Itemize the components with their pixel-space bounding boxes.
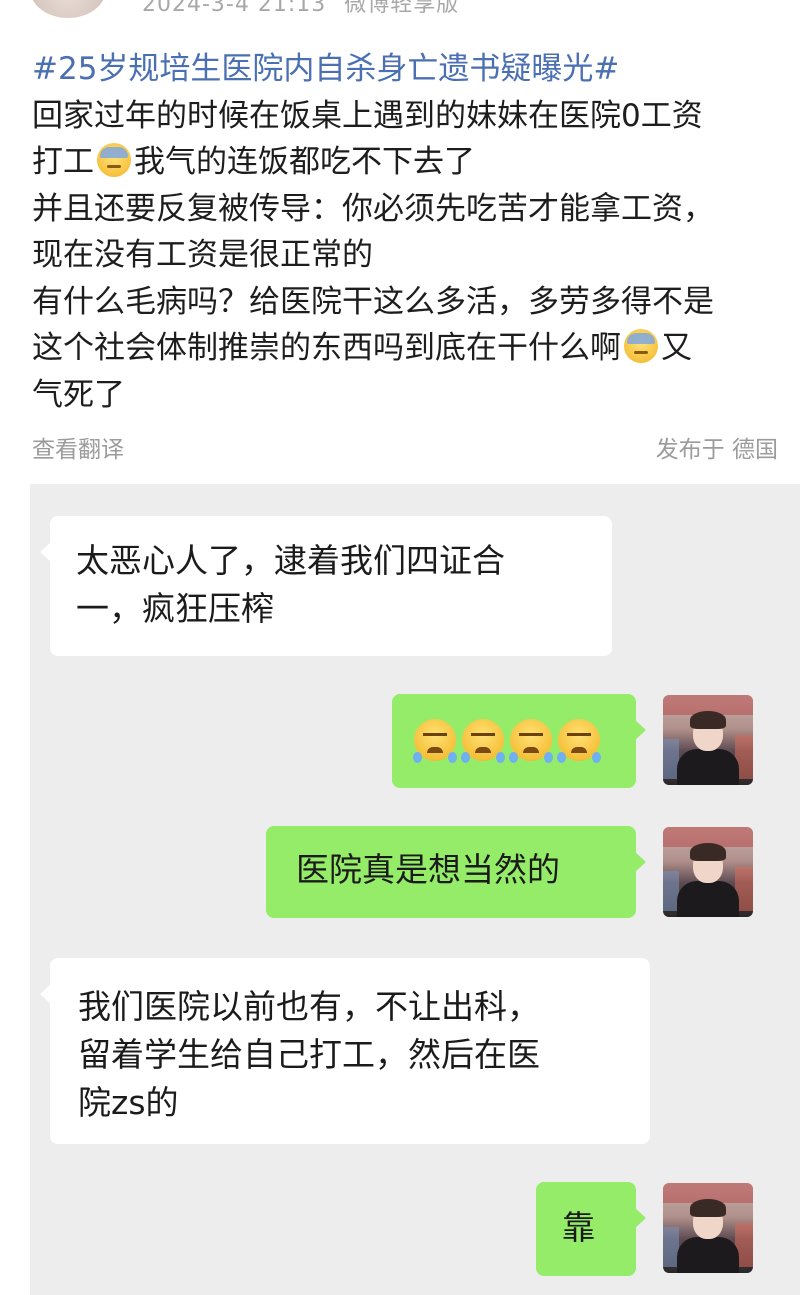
post-line: 气死了 — [32, 376, 125, 413]
message-line: 院zs的 — [78, 1083, 179, 1122]
message-line: 靠 — [562, 1208, 595, 1247]
angry-crying-icon — [413, 719, 457, 763]
angry-crying-icon — [557, 719, 601, 763]
message-line: 太恶心人了，逮着我们四证合 — [76, 541, 505, 580]
post-text: 我气的连饭都吃不下去了 — [134, 144, 475, 180]
topic-hashtag[interactable]: #25岁规培生医院内自杀身亡遗书疑曝光# — [32, 51, 619, 87]
post-meta: 2024-3-4 21:13 微博轻享版 — [142, 0, 477, 18]
angry-crying-icon — [509, 719, 553, 763]
post-source[interactable]: 微博轻享版 — [344, 0, 459, 17]
angry-crying-icon — [461, 719, 505, 763]
post-text: 又 — [661, 330, 692, 366]
post-footer: 查看翻译 发布于 德国 — [32, 430, 778, 466]
post-body: #25岁规培生医院内自杀身亡遗书疑曝光# 回家过年的时候在饭桌上遇到的妹妹在医院… — [32, 46, 784, 418]
post-text: 打工 — [32, 144, 94, 180]
post-line: 现在没有工资是很正常的 — [32, 237, 373, 273]
message-line: 我们医院以前也有，不让出科， — [78, 987, 540, 1026]
sent-emoji-bubble — [392, 694, 646, 788]
author-avatar[interactable] — [30, 0, 106, 18]
post-line: 有什么毛病吗？给医院干这么多活，多劳多得不是 — [32, 283, 714, 320]
sent-message-bubble: 医院真是想当然的 — [266, 826, 646, 918]
sweat-face-icon — [624, 329, 658, 363]
sender-avatar — [663, 827, 753, 917]
chat-screenshot: 太恶心人了，逮着我们四证合 一，疯狂压榨 医院真是想当然的 我们医院以前也有，不… — [30, 484, 800, 1295]
translate-link[interactable]: 查看翻译 — [32, 430, 124, 464]
post-date: 2024-3-4 21:13 — [142, 0, 327, 17]
post-text: 这个社会体制推崇的东西吗到底在干什么啊 — [32, 330, 621, 366]
message-line: 留着学生给自己打工，然后在医 — [78, 1035, 540, 1074]
emoji-row — [413, 719, 614, 763]
message-line: 一，疯狂压榨 — [76, 589, 274, 628]
post-location: 发布于 德国 — [655, 437, 778, 463]
post-line: 打工 我气的连饭都吃不下去了 — [32, 139, 784, 186]
post-header: 2024-3-4 21:13 微博轻享版 — [0, 0, 800, 40]
received-message-bubble: 我们医院以前也有，不让出科， 留着学生给自己打工，然后在医 院zs的 — [40, 958, 650, 1144]
post-line: #25岁规培生医院内自杀身亡遗书疑曝光# — [32, 46, 784, 93]
post-line: 并且还要反复被传导：你必须先吃苦才能拿工资， — [32, 190, 714, 227]
message-line: 医院真是想当然的 — [296, 850, 560, 889]
received-message-bubble: 太恶心人了，逮着我们四证合 一，疯狂压榨 — [40, 516, 612, 656]
post-line: 这个社会体制推崇的东西吗到底在干什么啊 又 — [32, 325, 784, 372]
sent-message-bubble: 靠 — [536, 1182, 646, 1276]
sender-avatar — [663, 695, 753, 785]
post-line: 回家过年的时候在饭桌上遇到的妹妹在医院0工资 — [32, 97, 703, 134]
sender-avatar — [663, 1183, 753, 1273]
sweat-face-icon — [97, 143, 131, 177]
